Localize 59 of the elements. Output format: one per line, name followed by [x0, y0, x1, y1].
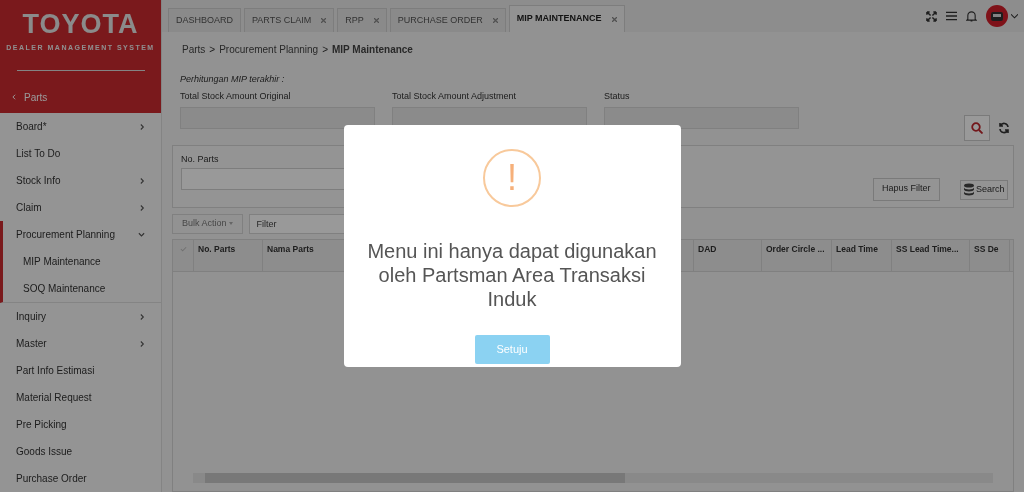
alert-message: Menu ini hanya dapat digunakan oleh Partsman Area Transaksi Induk	[366, 239, 658, 311]
tab[interactable]: PURCHASE ORDER	[389, 8, 506, 32]
search-button[interactable]	[964, 114, 990, 141]
close-icon[interactable]	[321, 18, 327, 23]
checkmark-icon[interactable]	[179, 245, 187, 252]
logo: TOYOTA	[22, 8, 139, 40]
clear-filter-button[interactable]: Hapus Filter	[873, 177, 940, 201]
warning-icon: !	[483, 149, 541, 207]
tab[interactable]: PARTS CLAIM	[244, 8, 335, 32]
caption: Perhitungan MIP terakhir :	[180, 73, 286, 86]
sidebar-item[interactable]: Inquiry	[0, 303, 161, 330]
field-label: Total Stock Amount Original	[180, 89, 292, 103]
sidebar-subitem[interactable]: MIP Maintenance	[3, 248, 161, 275]
back-link[interactable]: Parts	[0, 89, 161, 105]
menu-icon[interactable]	[946, 11, 957, 21]
search-icon	[971, 121, 983, 134]
sidebar-subitem[interactable]: SOQ Maintenance	[3, 275, 161, 302]
column-header[interactable]: No. Parts	[198, 243, 236, 254]
column-header[interactable]: Lead Time	[836, 243, 878, 254]
tab[interactable]: RPP	[337, 8, 387, 32]
column-header[interactable]: DAD	[698, 243, 717, 254]
field-label: No. Parts	[181, 152, 219, 166]
column-header[interactable]: SS De	[974, 243, 999, 254]
close-icon[interactable]	[373, 18, 379, 23]
search-button[interactable]: Search	[960, 179, 1008, 200]
tab[interactable]: MIP MAINTENANCE	[508, 5, 625, 32]
refresh-icon[interactable]	[998, 121, 1010, 134]
sidebar-item[interactable]: List To Do	[0, 140, 161, 167]
breadcrumb-item[interactable]: Procurement Planning	[219, 42, 319, 57]
column-header[interactable]: SS Lead Time...	[896, 243, 959, 254]
field-label: Status	[604, 89, 631, 103]
breadcrumb-item[interactable]: Parts	[182, 42, 206, 57]
expand-icon[interactable]	[926, 10, 937, 22]
breadcrumb-separator: >	[209, 43, 216, 57]
sidebar-item[interactable]: Master	[0, 330, 161, 357]
breadcrumb-item: MIP Maintenance	[332, 43, 413, 57]
sidebar-item[interactable]: Pre Picking	[0, 411, 161, 438]
column-header[interactable]: Nama Parts	[267, 243, 314, 254]
caret-icon[interactable]	[1011, 13, 1018, 19]
database-icon	[963, 183, 975, 196]
close-icon[interactable]	[492, 18, 498, 23]
column-header[interactable]: Order Circle ...	[766, 243, 825, 254]
avatar-icon[interactable]	[986, 5, 1008, 27]
sidebar-item[interactable]: Goods Issue	[0, 438, 161, 465]
sidebar-item[interactable]: Board*	[0, 113, 161, 140]
sidebar-item[interactable]: Part Info Estimasi	[0, 357, 161, 384]
breadcrumb-separator: >	[322, 43, 328, 57]
field-label: Total Stock Amount Adjustment	[392, 89, 518, 103]
bulk-action-button[interactable]: Bulk Action	[172, 213, 243, 234]
scrollbar[interactable]	[193, 473, 993, 483]
sidebar-item[interactable]: Stock Info	[0, 167, 161, 194]
tab[interactable]: DASHBOARD	[168, 8, 241, 32]
sidebar-item[interactable]: Claim	[0, 194, 161, 221]
sidebar-item[interactable]: Purchase Order	[0, 465, 161, 492]
close-icon[interactable]	[611, 16, 617, 22]
sidebar-item[interactable]: Material Request	[0, 384, 161, 411]
sidebar-item[interactable]: Procurement Planning	[3, 221, 161, 248]
chevron-left-icon	[12, 94, 16, 100]
bell-icon[interactable]	[966, 10, 977, 22]
